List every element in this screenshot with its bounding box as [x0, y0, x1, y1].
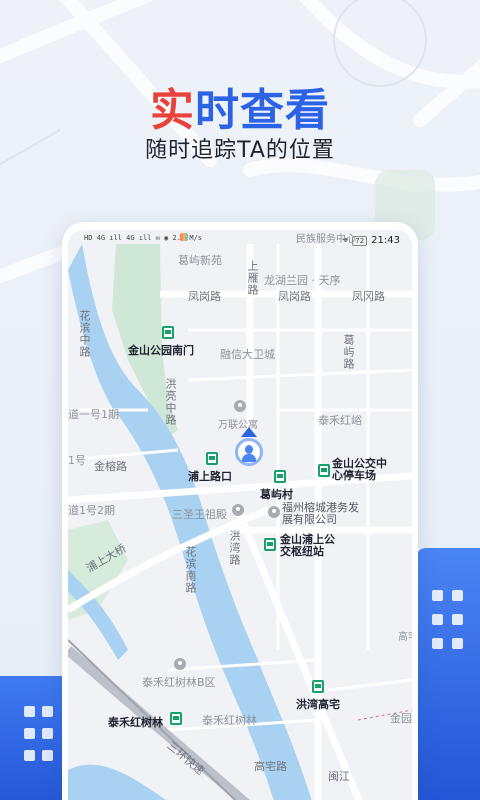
status-bar: HD 4G ıll 4G ıll ✉ ◉ 2.4 M/s ⌖ 72 21:43 [68, 230, 412, 252]
road-label: 花滨中路 [78, 310, 91, 358]
poi-label[interactable]: 洪湾高宅 [296, 696, 340, 712]
map-view[interactable]: HD 4G ıll 4G ıll ✉ ◉ 2.4 M/s ⌖ 72 21:43 … [68, 230, 412, 800]
poi-marker-icon[interactable] [174, 658, 186, 670]
poi-label[interactable]: 金山公园南门 [128, 342, 194, 358]
road-label: 凤岗路 [278, 290, 311, 303]
app-notification-icon [180, 233, 188, 241]
road-label: 闽江 [328, 770, 350, 783]
poi-label[interactable]: 葛屿村 [260, 486, 293, 502]
area-label: 葛屿新苑 [178, 254, 222, 267]
decor-block-left [0, 676, 70, 800]
road-label: 花滨南路 [184, 546, 197, 594]
road-label: 洪湾路 [228, 530, 241, 566]
area-label: 龙湖兰园 · 天序 [264, 274, 341, 287]
poi-label[interactable]: 金山浦上公交枢纽站 [280, 534, 344, 558]
bus-stop-icon[interactable] [318, 464, 330, 477]
road-label: 上雁路 [246, 260, 259, 296]
bus-stop-icon[interactable] [206, 452, 218, 465]
poi-label[interactable]: 福州榕城港务发展有限公司 [282, 502, 364, 526]
road-label: 凤岗路 [188, 290, 221, 303]
area-label: 泰禾红峪 [318, 414, 362, 427]
area-label: 1号 [68, 454, 86, 467]
poi-marker-icon[interactable] [268, 506, 280, 518]
decor-block-right [416, 548, 480, 800]
user-avatar-icon[interactable] [235, 438, 263, 466]
road-label: 凤冈路 [352, 290, 385, 303]
road-label: 高宅路 [254, 760, 287, 773]
area-label: 融信大卫城 [220, 348, 275, 361]
poi-marker-icon[interactable] [234, 400, 246, 412]
status-time: 21:43 [371, 235, 400, 246]
phone-mockup: HD 4G ıll 4G ıll ✉ ◉ 2.4 M/s ⌖ 72 21:43 … [62, 222, 418, 800]
poi-label[interactable]: 浦上路口 [188, 468, 232, 484]
bus-stop-icon[interactable] [312, 680, 324, 693]
bus-stop-icon[interactable] [274, 470, 286, 483]
heading-arrow-icon [241, 427, 257, 437]
road-label: 葛屿路 [342, 334, 355, 370]
page-headline: 实时查看 [0, 74, 480, 138]
bus-stop-icon[interactable] [162, 326, 174, 339]
headline-highlight: 实 [150, 85, 195, 136]
area-label: 道一号1期 [68, 408, 119, 421]
area-label: 金园 [390, 712, 412, 725]
area-label: 道1号2期 [68, 504, 115, 517]
area-label: 泰禾红树林 [202, 714, 257, 727]
road-label: 金榕路 [94, 460, 127, 473]
poi-marker-icon[interactable] [232, 504, 244, 516]
road-label: 洪亮中路 [164, 378, 177, 426]
bus-stop-icon[interactable] [264, 538, 276, 551]
area-label: 高宅农贸 [398, 632, 412, 643]
page-subheading: 随时追踪TA的位置 [145, 138, 335, 163]
headline-rest: 时查看 [195, 85, 330, 136]
area-label: 民族服务中心 [296, 234, 356, 245]
area-label: 三圣王祖殿 [172, 508, 227, 521]
poi-label[interactable]: 金山公交中心停车场 [332, 458, 392, 482]
poi-label[interactable]: 泰禾红树林 [108, 714, 163, 730]
bus-stop-icon[interactable] [170, 712, 182, 725]
area-label: 泰禾红树林B区 [142, 676, 216, 689]
